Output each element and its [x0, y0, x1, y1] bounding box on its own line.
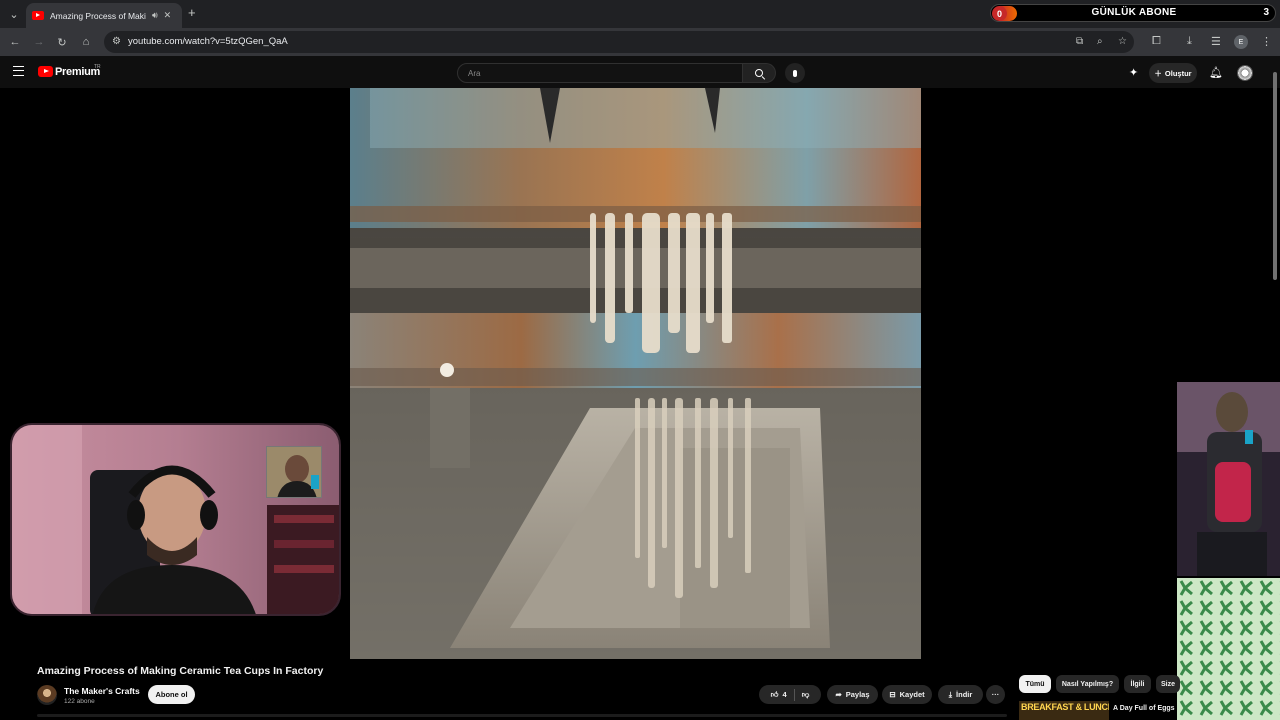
search-input[interactable]: Ara [457, 63, 743, 83]
reading-list-icon[interactable]: ☰ [1211, 35, 1221, 48]
reload-icon[interactable]: ↻ [55, 35, 69, 49]
thumbnail-text: BREAKFAST & LUNCH [1021, 702, 1109, 712]
extensions-puzzle-icon[interactable]: ⧠ [1152, 35, 1161, 48]
recommendation-title[interactable]: A Day Full of Eggs | Cooking Breakfast [1113, 704, 1177, 713]
video-frame [350, 88, 921, 659]
chip-how-its-made[interactable]: Nasıl Yapılmış? [1056, 675, 1119, 693]
chip-related[interactable]: İlgili [1124, 675, 1151, 693]
channel-name[interactable]: The Maker's Crafts [64, 686, 140, 696]
like-dislike-group: 👍︎ 4 👎︎ [759, 685, 821, 704]
browser-toolbar: ← → ↻ ⌂ ⚙︎ youtube.com/watch?v=5tzQGen_Q… [0, 28, 1280, 56]
daily-subscriber-goal-bar: 0 GÜNLÜK ABONE 3 [990, 4, 1276, 22]
tab-search-dropdown-icon[interactable]: ⌄ [5, 5, 23, 23]
search-placeholder: Ara [468, 69, 481, 78]
description-box-edge [37, 714, 1007, 717]
save-button[interactable]: ⊟ Kaydet [882, 685, 932, 704]
chip-for-you[interactable]: Size [1156, 675, 1180, 693]
page-scrollbar[interactable] [1273, 72, 1277, 280]
zoom-icon[interactable]: ⌕ [1097, 36, 1103, 47]
channel-avatar[interactable] [37, 685, 57, 705]
bookmark-icon: ⊟ [889, 690, 896, 699]
bookmark-star-icon[interactable]: ☆ [1118, 36, 1127, 47]
goal-title: GÜNLÜK ABONE [1091, 7, 1177, 18]
create-label: Oluştur [1164, 68, 1192, 78]
profile-avatar[interactable]: E [1234, 35, 1248, 49]
share-button[interactable]: ➦ Paylaş [827, 685, 878, 704]
address-bar[interactable]: ⚙︎ youtube.com/watch?v=5tzQGen_QaA ⧉ ⌕ ☆ [104, 31, 1134, 53]
more-actions-button[interactable]: ··· [986, 685, 1005, 704]
like-count[interactable]: 4 [783, 690, 787, 699]
install-app-icon[interactable]: ⧉ [1076, 36, 1083, 47]
video-player[interactable] [350, 88, 921, 659]
chip-all[interactable]: Tümü [1019, 675, 1051, 693]
download-icon: ⤓ [948, 689, 953, 699]
tab-title: Amazing Process of Making Ceramic Tea Cu… [50, 10, 146, 21]
speaker-icon[interactable]: 🔊︎ [152, 10, 158, 21]
notifications-bell-icon[interactable]: 🔔︎ [1209, 66, 1223, 79]
create-button[interactable]: ＋ Oluştur [1149, 63, 1197, 83]
browser-tab-bar: ⌄ Amazing Process of Making Ceramic Tea … [0, 0, 1280, 28]
video-title: Amazing Process of Making Ceramic Tea Cu… [37, 665, 324, 677]
thumbs-down-icon[interactable]: 👎︎ [802, 690, 810, 700]
region-code: TR [94, 64, 101, 70]
save-label: Kaydet [899, 690, 925, 699]
home-icon[interactable]: ⌂ [79, 35, 93, 49]
browser-tab[interactable]: Amazing Process of Making Ceramic Tea Cu… [26, 3, 182, 28]
decorative-pattern-panel [1177, 578, 1280, 720]
youtube-logo-icon[interactable] [38, 66, 53, 77]
subscribe-button[interactable]: Abone ol [148, 685, 195, 704]
hamburger-menu-icon[interactable] [13, 66, 24, 76]
recommendation-thumbnail[interactable]: BREAKFAST & LUNCH [1019, 701, 1109, 720]
subscriber-count: 122 abone [64, 698, 95, 705]
downloads-icon[interactable]: ⤓ [1187, 35, 1192, 48]
site-info-icon[interactable]: ⚙︎ [112, 36, 121, 47]
search-icon [755, 69, 763, 77]
share-label: Paylaş [845, 690, 870, 699]
youtube-favicon-icon [32, 11, 44, 20]
close-tab-icon[interactable]: ✕ [164, 10, 172, 21]
download-label: İndir [956, 690, 973, 699]
forward-arrow-icon[interactable]: → [32, 35, 46, 49]
back-arrow-icon[interactable]: ← [8, 35, 22, 49]
browser-menu-icon[interactable]: ⋮ [1261, 35, 1272, 48]
search-button[interactable] [743, 63, 776, 83]
gem-extension-icon[interactable]: ✦ [1129, 66, 1138, 79]
url-text[interactable]: youtube.com/watch?v=5tzQGen_QaA [128, 36, 288, 47]
plus-icon: ＋ [1154, 68, 1162, 78]
voice-search-button[interactable] [785, 63, 805, 83]
goal-target-count: 3 [1263, 7, 1269, 18]
account-avatar[interactable] [1237, 65, 1253, 81]
webcam-mini-preview [266, 446, 322, 498]
microphone-icon [793, 69, 797, 77]
share-arrow-icon: ➦ [835, 690, 842, 699]
like-separator [793, 688, 795, 701]
side-camera-feed [1177, 382, 1280, 576]
new-tab-icon[interactable]: + [188, 5, 196, 20]
download-button[interactable]: ⤓ İndir [938, 685, 983, 704]
thumbs-up-icon[interactable]: 👍︎ [771, 690, 779, 700]
